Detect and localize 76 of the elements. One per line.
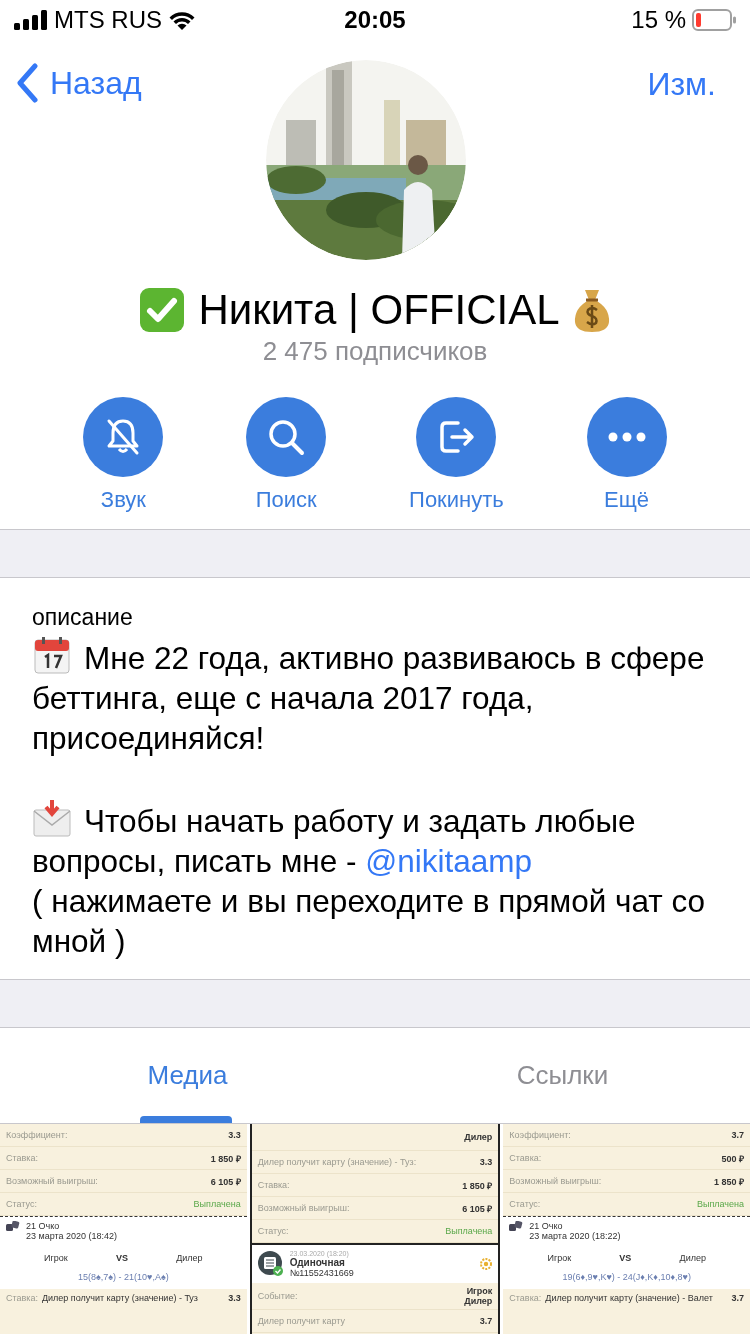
field-label: Ставка: <box>509 1293 542 1303</box>
check-icon <box>138 286 187 334</box>
field-value: 1 850 ₽ <box>714 1175 744 1188</box>
field-label: Коэффициент: <box>509 1130 571 1140</box>
edit-button[interactable]: Изм. <box>546 66 716 103</box>
field-value: 6 105 ₽ <box>462 1202 493 1215</box>
versus-label: VS <box>619 1253 632 1263</box>
field-label: Статус: <box>6 1199 37 1209</box>
battery-percent: 15 % <box>631 6 686 34</box>
field-value: Игрок <box>466 1286 493 1296</box>
bet-type: Одиночная <box>289 1257 345 1268</box>
field-value: 6 105 ₽ <box>210 1175 241 1188</box>
chevron-left-icon <box>16 63 38 103</box>
carrier-name: MTS RUS <box>54 6 162 34</box>
battery-icon <box>692 9 736 31</box>
back-button[interactable]: Назад <box>16 63 186 103</box>
channel-name: Никита | OFFICIAL <box>198 286 560 334</box>
field-label: Ставка: <box>6 1293 38 1303</box>
calendar-icon <box>32 635 72 675</box>
field-label: Ставка: <box>509 1153 542 1163</box>
field-value: Дилер <box>464 1296 493 1306</box>
player-label: Игрок <box>44 1253 68 1263</box>
score-text: 15(8♠,7♠) - 21(10♥,A♠) <box>77 1272 169 1282</box>
dice-icon <box>509 1221 524 1233</box>
field-value: 3.7 <box>479 1316 493 1326</box>
field-label: Событие: <box>257 1291 298 1301</box>
field-label: Дилер получит карту (значение) - Туз: <box>257 1157 417 1167</box>
game-title: 21 Очко <box>26 1221 61 1231</box>
dealer-label: Дилер <box>176 1253 203 1263</box>
field-label: Статус: <box>509 1199 541 1209</box>
field-value: 500 ₽ <box>721 1152 744 1165</box>
wifi-icon <box>168 10 196 30</box>
clock-time: 20:05 <box>344 6 406 34</box>
gear-icon <box>480 1258 493 1270</box>
field-value: 3.3 <box>228 1293 241 1303</box>
username-link[interactable]: @nikitaamp <box>365 843 533 879</box>
tab[interactable]: Ссылки <box>375 1028 750 1123</box>
score-text: 19(6♦,9♥,K♥) - 24(J♦,K♦,10♦,8♥) <box>562 1272 691 1282</box>
description-text: Чтобы начать работу и задать любые вопросы, писать мне - @nikitaamp ( нажимаете и вы переходите в прямой чат со мной ) <box>32 798 718 961</box>
bet-number: №11552431669 <box>289 1268 355 1278</box>
bet-screenshot[interactable]: Коэффициент: 3.3 Ставка: 1 850 ₽ Возможный выигрыш: 6 105 ₽ Статус: Выплачена 21 Очко 23 марта 2020 (18:42) Игрок VS Дилер 15(8♠,7♠) - 21(10♥,A♠) Ставка: Дилер получит карту (значение) - Туз 3.3 <box>0 1124 247 1334</box>
field-label: Ставка: <box>6 1153 38 1163</box>
field-value: Выплачена <box>696 1199 744 1209</box>
field-label: Коэффициент: <box>6 1130 68 1140</box>
field-value: 3.3 <box>479 1157 493 1167</box>
game-date: 23 марта 2020 (18:22) <box>529 1231 621 1241</box>
field-label: Дилер получит карту <box>257 1316 345 1326</box>
dealer-label: Дилер <box>679 1253 706 1263</box>
signal-icon <box>14 10 48 30</box>
versus-label: VS <box>116 1253 128 1263</box>
player-label: Игрок <box>547 1253 572 1263</box>
envelope-icon <box>32 798 72 838</box>
field-value: 3.3 <box>228 1130 241 1140</box>
game-date: 23 марта 2020 (18:42) <box>26 1231 118 1241</box>
field-label: Возможный выигрыш: <box>257 1203 350 1213</box>
bet-text: Дилер получит карту (значение) - Туз <box>41 1293 199 1303</box>
field-value: 1 850 ₽ <box>462 1179 493 1192</box>
bet-text: Дилер получит карту (значение) - Валет <box>545 1293 714 1303</box>
field-value: Выплачена <box>193 1199 241 1209</box>
field-value: 3.7 <box>731 1293 744 1303</box>
description-label: описание <box>32 604 134 631</box>
field-label: Возможный выигрыш: <box>6 1176 98 1186</box>
description-text: Мне 22 года, активно развиваюсь в сфере беттинга, еще с начала 2017 года, присоединяйся! <box>32 635 718 758</box>
dice-icon <box>6 1221 20 1233</box>
field-value: 1 850 ₽ <box>210 1152 241 1165</box>
subscriber-count: 2 475 подписчиков <box>261 336 489 367</box>
field-value: Дилер <box>464 1132 493 1142</box>
field-label: Возможный выигрыш: <box>509 1176 602 1186</box>
field-value: 3.7 <box>731 1130 744 1140</box>
field-value: Выплачена <box>445 1226 493 1236</box>
field-label: Ставка: <box>257 1180 290 1190</box>
game-title: 21 Очко <box>529 1221 564 1231</box>
tab[interactable]: Медиа <box>0 1028 375 1123</box>
receipt-icon <box>257 1251 284 1277</box>
field-label: Статус: <box>257 1226 289 1236</box>
bet-screenshot[interactable] <box>503 1124 750 1334</box>
